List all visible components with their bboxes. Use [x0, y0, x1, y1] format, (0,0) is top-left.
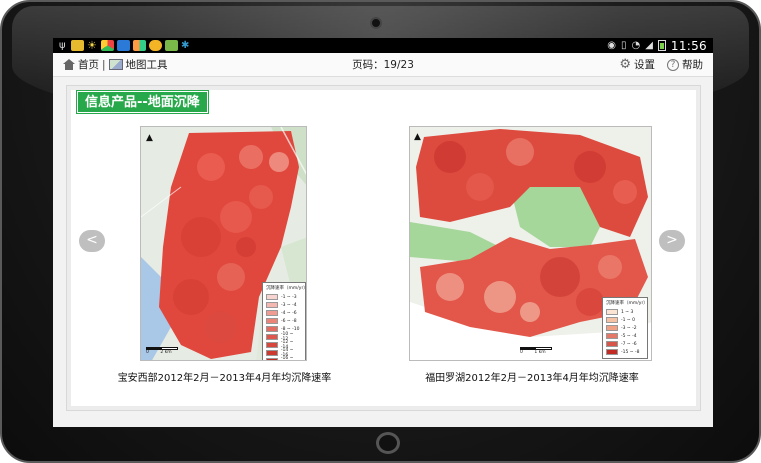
- tv-icon: [165, 40, 178, 51]
- legend-title: 沉降速率（mm/yr）: [266, 286, 307, 291]
- scale-label-start: 0: [146, 350, 149, 355]
- cloud-icon: [149, 40, 162, 51]
- legend-swatch: [606, 333, 618, 339]
- legend-row: -6 ~ -8: [266, 317, 302, 325]
- legend-row: 1 ~ 3: [606, 308, 644, 316]
- legend-row: -3 ~ -4: [266, 301, 302, 309]
- app-icon: [71, 40, 84, 51]
- subsidence-map-futian[interactable]: ▲ 沉降速率（mm/yr） 1 ~ 3 -1 ~ 0 -3 ~ -2 -5 ~ -4 -…: [409, 126, 652, 361]
- scale-unit: km: [164, 350, 172, 355]
- scale-label-start: 0: [520, 350, 523, 355]
- legend-swatch: [266, 318, 278, 324]
- home-button[interactable]: 首页: [63, 57, 99, 72]
- legend-swatch: [266, 334, 278, 340]
- map-caption-futian: 福田罗湖2012年2月－2013年4月年均沉降速率: [425, 373, 639, 384]
- legend-swatch: [606, 325, 618, 331]
- legend-swatch: [606, 309, 618, 315]
- legend-row: -4 ~ -6: [266, 309, 302, 317]
- app-icon: ✱: [181, 40, 190, 51]
- settings-label: 设置: [634, 59, 655, 71]
- help-button[interactable]: ? 帮助: [667, 57, 703, 72]
- scale-unit: km: [538, 350, 546, 355]
- app-toolbar: 首页 | 地图工具 页码：19/23 ⚙ 设置 ? 帮助: [53, 53, 713, 77]
- map-icon: [108, 59, 123, 70]
- legend-items: -1 ~ -3 -3 ~ -4 -4 ~ -6 -6 ~ -8 -8 ~ -10 -10 …: [266, 293, 302, 360]
- camera-icon: [370, 17, 382, 29]
- app-icon: [117, 40, 130, 51]
- home-label: 首页: [78, 59, 99, 71]
- home-icon: [63, 59, 75, 70]
- legend-swatch: [266, 326, 278, 332]
- legend-label: -8 ~ -10: [281, 326, 300, 332]
- legend-row: -5 ~ -4: [606, 332, 644, 340]
- sun-icon: ☀: [87, 39, 97, 52]
- prev-page-button[interactable]: <: [79, 230, 105, 252]
- home-hardware-button[interactable]: [376, 432, 400, 454]
- toolbar-separator: |: [102, 58, 106, 71]
- tablet-frame: ψ ☀ ✱ ◉ ▯ ◔ ◢ 11:56 首页 | 地图工具 页码：19/23 ⚙…: [0, 0, 761, 463]
- map-legend: 沉降速率（mm/yr） -1 ~ -3 -3 ~ -4 -4 ~ -6 -6 ~ -8…: [262, 282, 307, 360]
- legend-label: -4 ~ -6: [281, 310, 297, 316]
- legend-label: -15 ~ -8: [621, 349, 640, 355]
- page-indicator: 页码：19/23: [352, 59, 414, 71]
- content-panel: 信息产品--地面沉降 ▲ 沉降速率（mm/yr） -1 ~ -3 -3 ~ -4…: [66, 85, 701, 411]
- clock: 11:56: [670, 38, 707, 53]
- legend-label: -3 ~ -4: [281, 302, 297, 308]
- legend-swatch: [266, 350, 278, 356]
- battery-icon: [657, 40, 666, 51]
- legend-row: -7 ~ -6: [606, 340, 644, 348]
- chrome-icon: [101, 40, 114, 51]
- legend-swatch: [266, 294, 278, 300]
- map-caption-baoan: 宝安西部2012年2月－2013年4月年均沉降速率: [117, 373, 332, 384]
- legend-label: -1 ~ 0: [621, 317, 635, 323]
- gear-icon: ⚙: [619, 56, 631, 72]
- help-label: 帮助: [682, 59, 703, 71]
- toolbar-right: ⚙ 设置 ? 帮助: [619, 57, 703, 72]
- legend-swatch: [266, 342, 278, 348]
- system-icons: ◉ ▯ ◔ ◢ 11:56: [607, 39, 707, 53]
- legend-label: -1 ~ -3: [281, 294, 297, 300]
- settings-button[interactable]: ⚙ 设置: [619, 57, 655, 72]
- scale-bar: 0 2 km: [146, 347, 178, 355]
- map-legend: 沉降速率（mm/yr） 1 ~ 3 -1 ~ 0 -3 ~ -2 -5 ~ -4 -7 …: [602, 297, 648, 359]
- status-bar: ψ ☀ ✱ ◉ ▯ ◔ ◢ 11:56: [53, 38, 713, 53]
- legend-swatch: [606, 317, 618, 323]
- legend-row: -1 ~ 0: [606, 316, 644, 324]
- legend-label: -3 ~ -2: [621, 325, 637, 331]
- usb-icon: ψ: [59, 40, 66, 51]
- legend-label: -6 ~ -8: [281, 318, 297, 324]
- legend-swatch: [606, 349, 618, 355]
- notification-icons: ψ ☀ ✱: [59, 40, 194, 51]
- legend-row: -1 ~ -3: [266, 293, 302, 301]
- north-arrow-icon: ▲: [146, 133, 153, 143]
- eye-icon: ◉: [607, 40, 616, 51]
- vibrate-icon: ▯: [620, 40, 627, 51]
- map-tools-button[interactable]: 地图工具: [108, 57, 168, 72]
- legend-label: 1 ~ 3: [621, 309, 634, 315]
- legend-swatch: [266, 310, 278, 316]
- photos-icon: [133, 40, 146, 51]
- scale-label-mid: 1: [534, 350, 538, 355]
- section-title: 信息产品--地面沉降: [77, 91, 208, 113]
- legend-swatch: [606, 341, 618, 347]
- subsidence-map-baoan[interactable]: ▲ 沉降速率（mm/yr） -1 ~ -3 -3 ~ -4 -4 ~ -6 -6 ~ …: [140, 126, 307, 361]
- legend-label: -5 ~ -4: [621, 333, 637, 339]
- wifi-icon: ◔: [631, 40, 641, 51]
- legend-swatch: [266, 302, 278, 308]
- scale-bar: 0 1 km: [520, 347, 552, 355]
- next-page-button[interactable]: >: [659, 230, 685, 252]
- legend-row: -15 ~ -8: [606, 348, 644, 356]
- legend-label: -7 ~ -6: [621, 341, 637, 347]
- signal-icon: ◢: [645, 40, 653, 51]
- map-tools-label: 地图工具: [125, 59, 168, 71]
- legend-title: 沉降速率（mm/yr）: [606, 301, 648, 306]
- scale-label-mid: 2: [160, 350, 164, 355]
- north-arrow-icon: ▲: [414, 132, 421, 142]
- legend-items: 1 ~ 3 -1 ~ 0 -3 ~ -2 -5 ~ -4 -7 ~ -6 -15 ~ -8: [606, 308, 644, 356]
- legend-row: -3 ~ -2: [606, 324, 644, 332]
- screen: ψ ☀ ✱ ◉ ▯ ◔ ◢ 11:56 首页 | 地图工具 页码：19/23 ⚙…: [53, 38, 713, 427]
- help-icon: ?: [667, 58, 679, 71]
